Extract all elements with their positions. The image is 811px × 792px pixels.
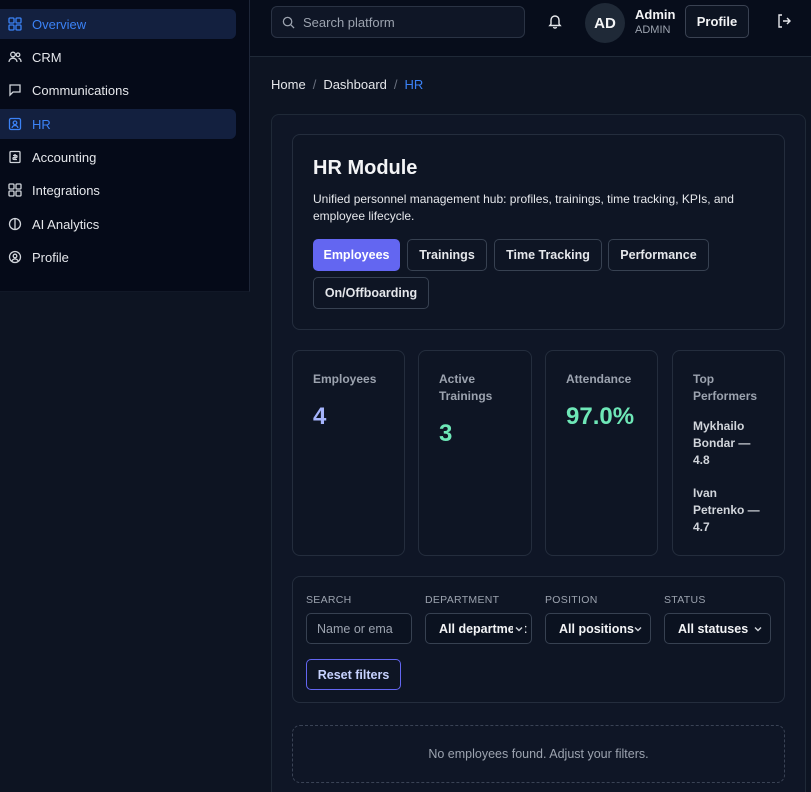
sidebar-item-label: CRM (32, 49, 62, 65)
sidebar-item-label: Overview (32, 16, 87, 32)
sidebar-item-label: Profile (32, 249, 69, 265)
performer-item: Ivan Petrenko — 4.7 (693, 486, 760, 534)
sidebar-item-communications[interactable]: Communications (0, 75, 236, 105)
receipt-icon (8, 150, 22, 164)
tab-employees[interactable]: Employees (313, 239, 400, 271)
reset-filters-button[interactable]: Reset filters (306, 659, 401, 690)
grid-icon (8, 183, 22, 197)
tab-time-tracking[interactable]: Time Tracking (494, 239, 602, 271)
stat-value: 97.0% (566, 403, 635, 430)
performer-item: Mykhailo Bondar — 4.8 (693, 419, 751, 467)
search-input[interactable] (303, 14, 503, 30)
position-select-value: All positions (559, 621, 634, 636)
sidebar-item-hr[interactable]: HR (0, 109, 236, 139)
stat-label: Attendance (566, 372, 632, 386)
ai-icon (8, 217, 22, 231)
chevron-down-icon (513, 623, 525, 635)
breadcrumb-separator: / (312, 77, 317, 92)
chevron-down-icon (754, 627, 762, 632)
position-select[interactable]: All positions (545, 613, 651, 644)
sidebar-item-profile[interactable]: Profile (0, 242, 236, 272)
empty-state-message: No employees found. Adjust your filters. (428, 747, 649, 761)
status-select[interactable]: All statuses (664, 613, 771, 644)
sidebar-item-overview[interactable]: Overview (0, 9, 236, 39)
sidebar-item-ai-analytics[interactable]: AI Analytics (0, 209, 236, 239)
employee-search-input[interactable] (306, 613, 412, 644)
sidebar-item-label: Integrations (32, 182, 100, 198)
stat-label: Active Trainings (439, 372, 493, 403)
search-box[interactable] (271, 6, 525, 38)
filter-label-position: POSITION (545, 594, 598, 606)
sidebar-item-accounting[interactable]: Accounting (0, 142, 236, 172)
sidebar-item-integrations[interactable]: Integrations (0, 175, 236, 205)
sidebar-item-label: AI Analytics (32, 216, 100, 232)
department-select[interactable]: All department (425, 613, 532, 644)
avatar[interactable]: AD (585, 3, 625, 43)
status-select-value: All statuses (678, 621, 749, 636)
breadcrumb-current: HR (404, 77, 424, 92)
stat-value: 3 (439, 420, 453, 447)
tab-trainings[interactable]: Trainings (407, 239, 487, 271)
users-icon (8, 50, 22, 64)
stat-label: Employees (313, 372, 377, 386)
page-description: Unified personnel management hub: profil… (313, 192, 734, 223)
breadcrumb-separator: / (393, 77, 398, 92)
page-title: HR Module (313, 157, 418, 179)
breadcrumb-dashboard[interactable]: Dashboard (323, 77, 387, 92)
user-role: ADMIN (635, 24, 671, 36)
id-badge-icon (8, 117, 22, 131)
logout-icon[interactable] (776, 13, 792, 29)
bell-icon[interactable] (547, 13, 563, 29)
sidebar-item-label: Communications (32, 82, 129, 98)
grid-icon (8, 17, 22, 31)
sidebar-item-crm[interactable]: CRM (0, 42, 236, 72)
stat-value: 4 (313, 403, 327, 430)
tab-performance[interactable]: Performance (608, 239, 709, 271)
user-name: Admin (635, 7, 676, 22)
profile-button[interactable]: Profile (685, 5, 749, 38)
chat-icon (8, 83, 22, 97)
breadcrumb: Home / Dashboard / HR (271, 77, 423, 92)
stat-label: Top Performers (693, 372, 758, 403)
filter-label-department: DEPARTMENT (425, 594, 500, 606)
user-circle-icon (8, 250, 22, 264)
search-icon (282, 16, 295, 29)
breadcrumb-home[interactable]: Home (271, 77, 306, 92)
filter-label-search: SEARCH (306, 594, 352, 606)
sidebar-item-label: HR (32, 116, 51, 132)
filter-label-status: STATUS (664, 594, 706, 606)
sidebar-item-label: Accounting (32, 149, 97, 165)
sidebar: Overview CRM Communications HR Accountin… (0, 0, 250, 292)
chevron-down-icon (634, 627, 642, 632)
topbar: AD Admin ADMIN Profile (250, 0, 811, 57)
tab-on-offboarding[interactable]: On/Offboarding (313, 277, 429, 309)
empty-state: No employees found. Adjust your filters. (292, 725, 785, 783)
